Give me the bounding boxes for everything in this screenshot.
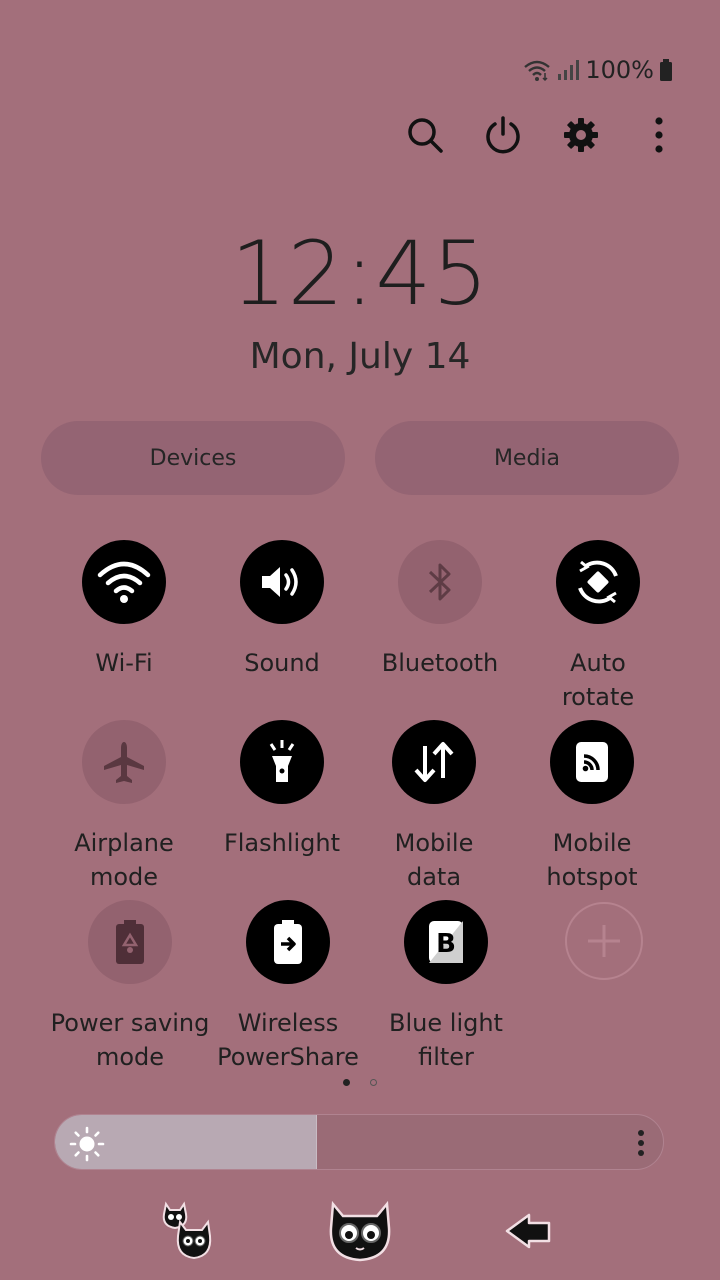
power-icon[interactable] (482, 112, 524, 158)
tile-wifi[interactable]: Wi-Fi (34, 540, 214, 680)
tile-label: Airplane mode (74, 829, 174, 891)
bluetooth-icon[interactable] (398, 540, 482, 624)
clock-time: 12:45 (230, 222, 490, 325)
signal-icon (557, 59, 580, 81)
media-button[interactable]: Media (375, 421, 679, 495)
tile-label: Bluetooth (381, 649, 499, 677)
brightness-slider[interactable] (54, 1114, 664, 1170)
quick-panel-actions (404, 112, 680, 158)
tile-auto-rotate[interactable]: Auto rotate (508, 540, 688, 714)
tile-sound[interactable]: Sound (192, 540, 372, 680)
wifi-icon[interactable] (82, 540, 166, 624)
tile-label: Wireless PowerShare (217, 1009, 359, 1071)
tile-blue-light-filter[interactable]: B Blue light filter (356, 900, 536, 1074)
tile-airplane[interactable]: Airplane mode (34, 720, 214, 894)
page-dot-active (343, 1079, 350, 1086)
recents-cats-icon[interactable] (156, 1196, 226, 1266)
tile-mobile-data[interactable]: Mobile data (344, 720, 524, 894)
battery-text: 100% (585, 56, 654, 84)
tile-label: Auto rotate (561, 649, 635, 711)
tile-label: Sound (244, 649, 320, 677)
tile-label: Power saving mode (50, 1009, 210, 1071)
page-dot-inactive (370, 1079, 377, 1086)
devices-button[interactable]: Devices (41, 421, 345, 495)
navigation-bar (0, 1196, 720, 1266)
svg-text:B: B (436, 929, 456, 959)
blue-light-filter-icon[interactable]: B (404, 900, 488, 984)
tile-label: Mobile data (394, 829, 474, 891)
back-arrow-icon[interactable] (493, 1196, 563, 1266)
add-tile-button[interactable] (514, 902, 694, 980)
clock-date: Mon, July 14 (249, 336, 471, 377)
tile-label: Mobile hotspot (546, 829, 638, 891)
page-indicator (0, 1079, 720, 1086)
home-cat-icon[interactable] (325, 1196, 395, 1266)
hotspot-icon[interactable] (550, 720, 634, 804)
tile-mobile-hotspot[interactable]: Mobile hotspot (502, 720, 682, 894)
search-icon[interactable] (404, 112, 446, 158)
gear-icon[interactable] (560, 112, 602, 158)
speaker-icon[interactable] (240, 540, 324, 624)
more-vertical-icon[interactable] (638, 112, 680, 158)
battery-icon (660, 59, 672, 81)
tile-label: Blue light filter (389, 1009, 503, 1071)
wifi-icon (523, 58, 551, 82)
flashlight-icon[interactable] (240, 720, 324, 804)
tile-power-saving[interactable]: Power saving mode (40, 900, 220, 1074)
brightness-more-icon[interactable] (637, 1129, 645, 1161)
data-arrows-icon[interactable] (392, 720, 476, 804)
sun-icon (69, 1126, 105, 1166)
tile-bluetooth[interactable]: Bluetooth (350, 540, 530, 680)
plus-icon[interactable] (565, 902, 643, 980)
powershare-icon[interactable] (246, 900, 330, 984)
tile-wireless-powershare[interactable]: Wireless PowerShare (198, 900, 378, 1074)
battery-leaf-icon[interactable] (88, 900, 172, 984)
tile-label: Wi-Fi (95, 649, 153, 677)
airplane-icon[interactable] (82, 720, 166, 804)
status-bar: 100% (523, 56, 672, 84)
rotate-icon[interactable] (556, 540, 640, 624)
